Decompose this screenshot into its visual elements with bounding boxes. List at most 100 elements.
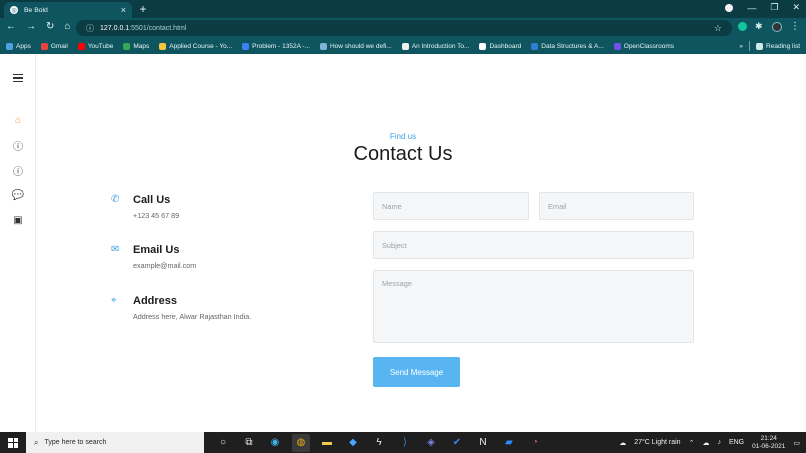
- new-tab-button[interactable]: +: [136, 2, 150, 16]
- minimize-icon[interactable]: —: [747, 3, 756, 13]
- bookmark-data-structures[interactable]: Data Structures & A...: [531, 42, 604, 50]
- page-viewport: ⌂ ⓘ ⓘ 💬 ▣ Find us Contact Us ✆ Call Us +…: [0, 54, 806, 432]
- grammarly-extension-icon[interactable]: [738, 22, 747, 31]
- map-pin-icon: ⌖: [111, 295, 117, 306]
- clock-time: 21:24: [760, 434, 777, 442]
- bookmark-openclassrooms[interactable]: OpenClassrooms: [613, 42, 674, 50]
- misc-app-icon[interactable]: ◔: [526, 434, 544, 452]
- chat-nav-icon[interactable]: 💬: [12, 189, 24, 201]
- close-tab-icon[interactable]: ×: [121, 5, 126, 15]
- reading-list-label: Reading list: [766, 42, 800, 50]
- tray-expand-icon[interactable]: ⌃: [689, 439, 695, 447]
- extensions-puzzle-icon[interactable]: ✱: [755, 22, 764, 31]
- weather-text[interactable]: 27°C Light rain: [634, 439, 680, 446]
- home-nav-icon[interactable]: ⌂: [12, 114, 24, 126]
- windows-logo-icon: [8, 437, 18, 448]
- email-field[interactable]: Email: [539, 192, 694, 220]
- message-field[interactable]: Message: [373, 270, 694, 343]
- browser-tab-active[interactable]: ◎ Be Bold ×: [4, 2, 132, 18]
- bookmark-how-should[interactable]: How should we defi...: [319, 42, 392, 50]
- bookmark-label: Gmail: [50, 42, 68, 50]
- site-favicon-icon: ◎: [10, 6, 18, 14]
- profile-indicator-icon[interactable]: [725, 3, 734, 12]
- contact-detail: example@mail.com: [133, 261, 197, 270]
- dashboard-icon: [479, 42, 487, 50]
- openclassrooms-icon: [613, 42, 621, 50]
- bookmark-dashboard[interactable]: Dashboard: [479, 42, 521, 50]
- forward-arrow-icon[interactable]: →: [26, 21, 36, 32]
- vscode-icon[interactable]: ⟩: [396, 434, 414, 452]
- bookmark-label: YouTube: [87, 42, 114, 50]
- zoom-icon[interactable]: ▰: [500, 434, 518, 452]
- task-view-icon[interactable]: ⧉: [240, 434, 258, 452]
- chrome-icon[interactable]: ◍: [292, 433, 310, 452]
- bookmark-problem[interactable]: Problem - 1352A -...: [242, 42, 310, 50]
- close-window-icon[interactable]: ✕: [792, 2, 800, 13]
- contact-title: Address: [133, 295, 178, 307]
- window-controls: — ❐ ✕: [725, 2, 800, 13]
- bookmark-gmail[interactable]: Gmail: [40, 42, 68, 50]
- bookmark-label: Problem - 1352A -...: [252, 42, 310, 50]
- weather-icon: ☁: [619, 439, 627, 447]
- bookmark-label: Data Structures & A...: [541, 42, 604, 50]
- subject-placeholder: Subject: [382, 240, 407, 250]
- intro-icon: [401, 42, 409, 50]
- navigation-buttons: ← → ↻ ⌂: [6, 21, 70, 32]
- reading-list-button[interactable]: Reading list: [756, 42, 800, 50]
- windows-taskbar: ⌕ Type here to search ○ ⧉ ◉ ◍ ▬ ◆ ϟ ⟩ ◈ …: [0, 432, 806, 453]
- reload-icon[interactable]: ↻: [46, 21, 54, 32]
- bookmark-applied-course[interactable]: Applied Course - Yo...: [159, 42, 232, 50]
- bookmark-apps[interactable]: Apps: [6, 42, 31, 50]
- profile-avatar[interactable]: [772, 21, 782, 32]
- cortana-icon[interactable]: ○: [214, 434, 232, 452]
- edge-icon[interactable]: ◉: [266, 434, 284, 452]
- browser-menu-icon[interactable]: ⋮: [790, 21, 800, 32]
- envelope-icon: ✉: [111, 244, 120, 255]
- address-bar[interactable]: ⓘ 127.0.0.1 :5501/contact.html ☆: [76, 20, 732, 36]
- contact-card-nav-icon[interactable]: ▣: [12, 214, 24, 226]
- back-arrow-icon[interactable]: ←: [6, 21, 16, 32]
- gmail-icon: [40, 42, 48, 50]
- search-placeholder: Type here to search: [44, 439, 107, 446]
- name-field[interactable]: Name: [373, 192, 529, 220]
- dropbox-icon[interactable]: ◆: [344, 434, 362, 452]
- home-icon[interactable]: ⌂: [64, 21, 70, 32]
- start-button[interactable]: [0, 432, 26, 453]
- name-placeholder: Name: [382, 201, 402, 211]
- teams-icon[interactable]: ◈: [422, 434, 440, 452]
- youtube-icon: [77, 42, 85, 50]
- bookmark-label: An Introduction To...: [411, 42, 470, 50]
- system-tray: ☁ 27°C Light rain ⌃ ☁ ♪ ENG 21:24 01-06-…: [619, 435, 806, 451]
- more-bookmarks-button[interactable]: »: [739, 43, 743, 50]
- bookmark-youtube[interactable]: YouTube: [77, 42, 114, 50]
- section-subtitle: Find us: [389, 132, 417, 141]
- separator: [749, 41, 751, 51]
- language-indicator[interactable]: ENG: [729, 439, 744, 446]
- site-info-icon[interactable]: ⓘ: [86, 23, 94, 34]
- data-structures-icon: [531, 42, 539, 50]
- hamburger-menu-icon[interactable]: [13, 74, 23, 84]
- lightning-app-icon[interactable]: ϟ: [370, 434, 388, 452]
- restore-icon[interactable]: ❐: [770, 2, 778, 13]
- subject-field[interactable]: Subject: [373, 231, 694, 259]
- taskbar-apps: ○ ⧉ ◉ ◍ ▬ ◆ ϟ ⟩ ◈ ✔ N ▰ ◔: [204, 433, 544, 452]
- contact-detail: Address here, Alwar Rajasthan India.: [133, 312, 252, 321]
- codeforces-icon: [242, 42, 250, 50]
- bookmark-label: Maps: [133, 42, 150, 50]
- volume-icon[interactable]: ♪: [717, 439, 721, 446]
- browser-tab-strip: ◎ Be Bold × + — ❐ ✕: [0, 0, 806, 18]
- notion-icon[interactable]: N: [474, 434, 492, 452]
- contact-title: Email Us: [133, 244, 180, 256]
- taskbar-search[interactable]: ⌕ Type here to search: [26, 432, 204, 453]
- network-icon[interactable]: ☁: [702, 439, 709, 447]
- send-message-button[interactable]: Send Message: [373, 357, 460, 387]
- bookmark-maps[interactable]: Maps: [123, 42, 150, 50]
- notifications-icon[interactable]: ▭: [793, 439, 800, 447]
- bookmark-introduction[interactable]: An Introduction To...: [401, 42, 470, 50]
- system-clock[interactable]: 21:24 01-06-2021: [752, 435, 785, 451]
- todo-icon[interactable]: ✔: [448, 434, 466, 452]
- bookmarks-overflow: » Reading list: [739, 41, 800, 51]
- message-placeholder: Message: [382, 279, 412, 288]
- file-explorer-icon[interactable]: ▬: [318, 434, 336, 452]
- bookmark-star-icon[interactable]: ☆: [714, 23, 722, 34]
